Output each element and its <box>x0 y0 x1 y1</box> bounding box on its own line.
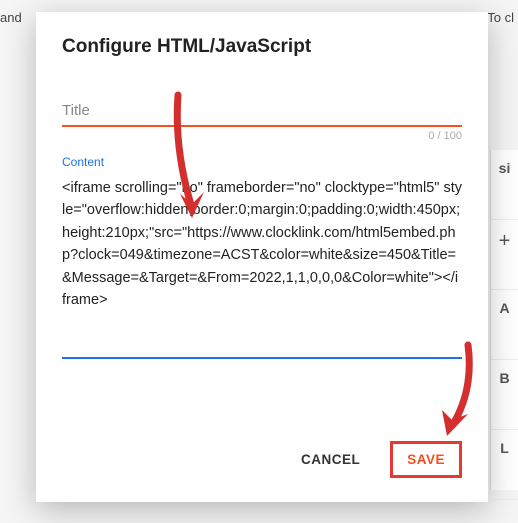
bg-text-right: To cl <box>487 10 514 25</box>
bg-panel-row: A <box>491 290 518 360</box>
content-textarea[interactable] <box>62 177 462 359</box>
bg-side-panel: si + A B L <box>490 150 518 490</box>
bg-panel-row: L <box>491 430 518 500</box>
bg-text-left: and <box>0 10 22 25</box>
configure-dialog: Configure HTML/JavaScript 0 / 100 Conten… <box>36 12 488 502</box>
cancel-button[interactable]: CANCEL <box>289 442 372 477</box>
title-field-wrap: 0 / 100 <box>62 96 462 127</box>
bg-panel-row: B <box>491 360 518 430</box>
title-input[interactable] <box>62 96 462 127</box>
bg-panel-header: si <box>491 150 518 220</box>
save-button[interactable]: SAVE <box>390 441 462 478</box>
dialog-title: Configure HTML/JavaScript <box>62 36 462 58</box>
content-label: Content <box>62 155 462 169</box>
dialog-actions: CANCEL SAVE <box>62 423 462 478</box>
add-icon[interactable]: + <box>491 220 518 290</box>
title-char-counter: 0 / 100 <box>428 130 462 142</box>
